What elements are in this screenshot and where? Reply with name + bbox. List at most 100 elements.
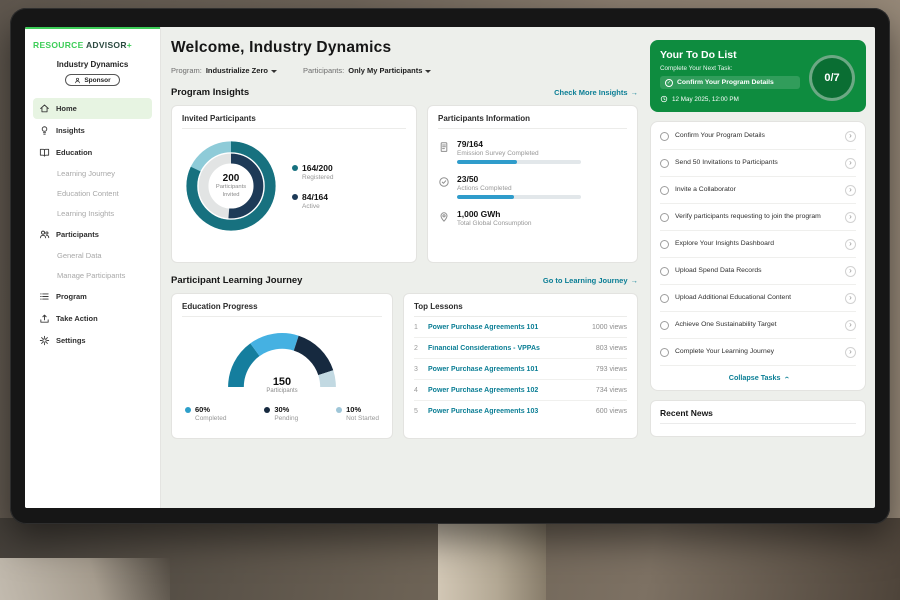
- task-row[interactable]: Upload Additional Educational Content ›: [660, 285, 856, 312]
- task-checkbox[interactable]: [660, 321, 669, 330]
- sidebar-item-home[interactable]: Home: [33, 98, 152, 119]
- floor-light-patch: [0, 558, 170, 600]
- go-to-learning-journey-link[interactable]: Go to Learning Journey →: [543, 276, 638, 285]
- task-row[interactable]: Achieve One Sustainability Target ›: [660, 312, 856, 339]
- logo-advisor: ADVISOR: [86, 40, 127, 50]
- chevron-right-icon[interactable]: ›: [845, 320, 856, 331]
- chevron-right-icon[interactable]: ›: [845, 131, 856, 142]
- task-row[interactable]: Complete Your Learning Journey ›: [660, 339, 856, 366]
- task-checkbox[interactable]: [660, 132, 669, 141]
- task-checkbox[interactable]: [660, 348, 669, 357]
- lesson-views: 734 views: [596, 387, 627, 394]
- sidebar-item-insights[interactable]: Insights: [33, 120, 152, 141]
- chevron-right-icon[interactable]: ›: [845, 185, 856, 196]
- location-pin-icon: [438, 210, 450, 222]
- sidebar-item-label: Learning Insights: [57, 209, 114, 218]
- lesson-link[interactable]: Power Purchase Agreements 101: [428, 366, 589, 373]
- chevron-right-icon[interactable]: ›: [845, 239, 856, 250]
- chevron-right-icon[interactable]: ›: [845, 212, 856, 223]
- registered-value: 164/200: [302, 163, 333, 173]
- sidebar-item-learning-journey[interactable]: Learning Journey: [33, 164, 152, 183]
- active-dot: [292, 194, 298, 200]
- sidebar-item-manage-participants[interactable]: Manage Participants: [33, 266, 152, 285]
- monitor-stand: [438, 520, 546, 600]
- task-checkbox[interactable]: [660, 240, 669, 249]
- chevron-right-icon[interactable]: ›: [845, 347, 856, 358]
- pending-value: 30%: [274, 405, 289, 414]
- collapse-tasks-link[interactable]: Collapse Tasks ›: [660, 366, 856, 389]
- emission-survey-progress-fill: [457, 160, 517, 164]
- main-content: Welcome, Industry Dynamics Program: Indu…: [161, 27, 648, 508]
- task-checkbox[interactable]: [660, 159, 669, 168]
- task-label: Confirm Your Program Details: [675, 132, 839, 141]
- sidebar-item-label: Settings: [56, 336, 86, 345]
- actions-completed-label: Actions Completed: [457, 185, 581, 192]
- education-legend: 60% Completed 30% Pending 10% Not Starte…: [182, 405, 382, 422]
- task-row[interactable]: Verify participants requesting to join t…: [660, 204, 856, 231]
- sponsor-badge-row: Sponsor: [33, 74, 152, 86]
- sidebar-item-label: Education Content: [57, 189, 119, 198]
- task-checkbox[interactable]: [660, 294, 669, 303]
- sidebar-item-settings[interactable]: Settings: [33, 330, 152, 351]
- program-filter[interactable]: Program: Industrialize Zero: [171, 66, 277, 75]
- sidebar-item-label: General Data: [57, 251, 102, 260]
- completed-label: Completed: [195, 415, 226, 422]
- sidebar-item-education-content[interactable]: Education Content: [33, 184, 152, 203]
- lesson-row: 4 Power Purchase Agreements 102 734 view…: [414, 380, 627, 401]
- program-insights-header: Program Insights Check More Insights →: [171, 87, 638, 98]
- lesson-rank: 1: [414, 324, 421, 331]
- task-row[interactable]: Upload Spend Data Records ›: [660, 258, 856, 285]
- lesson-rank: 5: [414, 408, 421, 415]
- lesson-rank: 3: [414, 366, 421, 373]
- legend-pending: 30% Pending: [264, 405, 298, 422]
- sidebar-item-learning-insights[interactable]: Learning Insights: [33, 204, 152, 223]
- todo-panel: Your To Do List Complete Your Next Task:…: [648, 27, 875, 508]
- invited-donut-wrap: 200 Participants Invited 164/200 Registe…: [182, 129, 406, 235]
- page-title: Welcome, Industry Dynamics: [171, 39, 638, 57]
- chevron-right-icon[interactable]: ›: [845, 158, 856, 169]
- consumption-label: Total Global Consumption: [457, 220, 531, 227]
- lesson-link[interactable]: Power Purchase Agreements 102: [428, 387, 589, 394]
- chevron-right-icon[interactable]: ›: [845, 266, 856, 277]
- sidebar-item-label: Learning Journey: [57, 169, 115, 178]
- collapse-tasks-label: Collapse Tasks: [729, 373, 781, 382]
- arrow-right-icon: →: [631, 276, 639, 285]
- task-row[interactable]: Send 50 Invitations to Participants ›: [660, 150, 856, 177]
- lesson-row: 2 Financial Considerations - VPPAs 803 v…: [414, 338, 627, 359]
- legend-registered: 164/200 Registered: [292, 163, 333, 181]
- sidebar-item-education[interactable]: Education: [33, 142, 152, 163]
- lesson-link[interactable]: Power Purchase Agreements 103: [428, 408, 589, 415]
- sidebar-item-program[interactable]: Program: [33, 286, 152, 307]
- sidebar-item-participants[interactable]: Participants: [33, 224, 152, 245]
- legend-not-started: 10% Not Started: [336, 405, 379, 422]
- task-checkbox[interactable]: [660, 186, 669, 195]
- participants-information-card: Participants Information 79/164 Emission…: [427, 105, 638, 263]
- sidebar-item-general-data[interactable]: General Data: [33, 246, 152, 265]
- lesson-row: 1 Power Purchase Agreements 101 1000 vie…: [414, 317, 627, 338]
- task-checkbox[interactable]: [660, 267, 669, 276]
- participants-filter-selected: Only My Participants: [348, 66, 422, 75]
- not-started-value: 10%: [346, 405, 361, 414]
- people-icon: [39, 229, 50, 240]
- next-task-row[interactable]: ✓ Confirm Your Program Details: [660, 76, 800, 89]
- sponsor-badge: Sponsor: [65, 74, 119, 86]
- lesson-row: 3 Power Purchase Agreements 101 793 view…: [414, 359, 627, 380]
- chevron-right-icon[interactable]: ›: [845, 293, 856, 304]
- participants-filter[interactable]: Participants: Only My Participants: [303, 66, 431, 75]
- completed-value: 60%: [195, 405, 210, 414]
- pending-dot: [264, 407, 270, 413]
- dashboard-app: RESOURCE ADVISOR+ Industry Dynamics Spon…: [25, 27, 875, 508]
- sidebar-item-label: Participants: [56, 230, 99, 239]
- check-more-insights-link[interactable]: Check More Insights →: [554, 88, 638, 97]
- task-row[interactable]: Confirm Your Program Details ›: [660, 123, 856, 150]
- task-row[interactable]: Explore Your Insights Dashboard ›: [660, 231, 856, 258]
- sidebar-item-take-action[interactable]: Take Action: [33, 308, 152, 329]
- resource-advisor-logo: RESOURCE ADVISOR+: [33, 40, 152, 50]
- task-checkbox[interactable]: [660, 213, 669, 222]
- lightbulb-icon: [39, 125, 50, 136]
- lesson-link[interactable]: Financial Considerations - VPPAs: [428, 345, 589, 352]
- task-label: Invite a Collaborator: [675, 186, 839, 195]
- lesson-link[interactable]: Power Purchase Agreements 101: [428, 324, 585, 331]
- task-label: Explore Your Insights Dashboard: [675, 240, 839, 249]
- task-row[interactable]: Invite a Collaborator ›: [660, 177, 856, 204]
